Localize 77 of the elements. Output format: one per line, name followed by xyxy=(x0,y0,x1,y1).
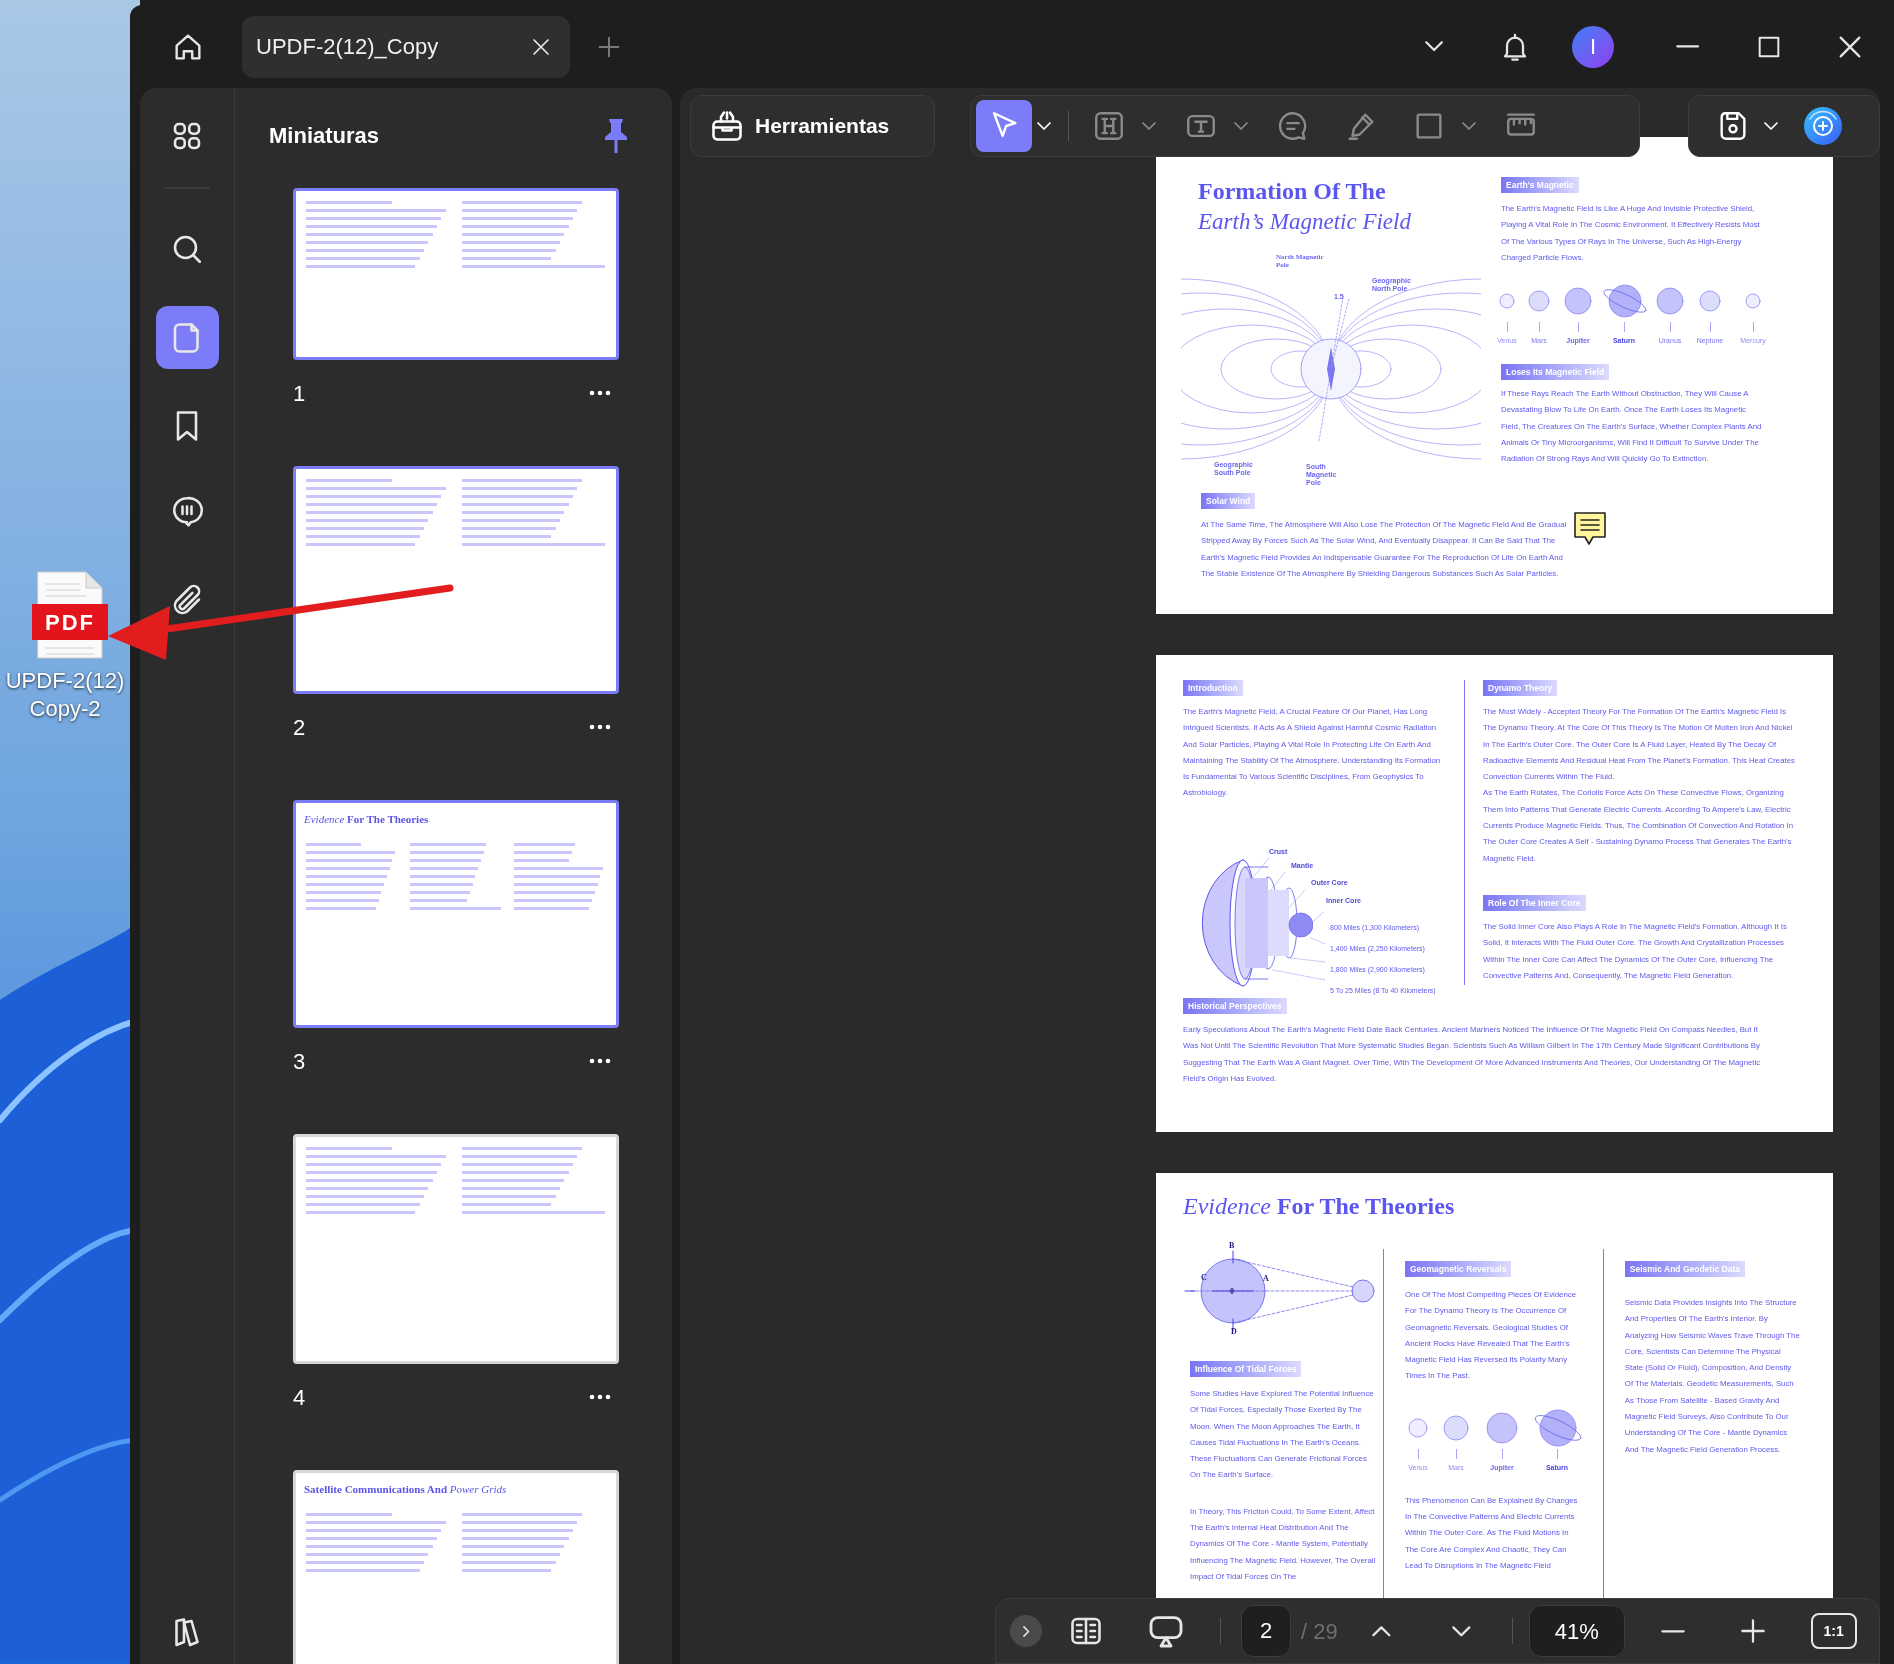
diagram-label: 0 xyxy=(1230,1287,1234,1296)
note-icon[interactable] xyxy=(1573,511,1607,547)
more-options-button[interactable] xyxy=(589,1392,613,1402)
tools-label: Herramientas xyxy=(755,113,890,140)
file-name: UPDF-2(12) Copy-2 xyxy=(4,667,126,723)
page-thumbnail[interactable] xyxy=(293,188,619,360)
page-number: 1 xyxy=(293,379,306,408)
page-number: 2 xyxy=(293,713,306,742)
pdf-label: PDF xyxy=(44,608,96,637)
caret-icon xyxy=(1142,122,1156,130)
caret-icon xyxy=(1037,122,1051,130)
diagram-label: C xyxy=(1201,1273,1207,1282)
minimize-icon xyxy=(1676,45,1700,48)
section-heading: Dynamo Theory xyxy=(1483,680,1558,696)
more-options-button[interactable] xyxy=(589,1056,613,1066)
planet-icon xyxy=(1443,1414,1469,1441)
section-heading: Geomagnetic Reversals xyxy=(1405,1261,1512,1277)
planet-icon xyxy=(1528,290,1550,313)
caret-icon xyxy=(1764,122,1778,130)
tab-title: UPDF-2(12)_Copy xyxy=(256,33,440,61)
user-avatar[interactable]: I xyxy=(1572,25,1614,68)
page-thumbnail[interactable]: Satellite Communications And Power Grids xyxy=(293,1470,619,1664)
section-heading: Influence Of Tidal Forces xyxy=(1190,1361,1302,1377)
chevron-up-icon xyxy=(1372,1625,1392,1637)
thumbnail-title: Evidence For The Theories xyxy=(304,812,429,827)
more-options-button[interactable] xyxy=(589,388,613,398)
section-heading: Earth's Magnetic xyxy=(1501,177,1579,193)
pdf-file-icon[interactable] xyxy=(32,570,108,660)
page-number-field[interactable]: 2 xyxy=(1241,1605,1291,1657)
heading-box-icon xyxy=(1092,109,1126,143)
more-icon xyxy=(589,1058,611,1064)
planet-icon xyxy=(1745,293,1761,310)
page-title: Evidence For The Theories xyxy=(1183,1192,1455,1221)
planet-icon xyxy=(1486,1411,1518,1444)
planet-icon xyxy=(1408,1417,1428,1438)
page-number: 3 xyxy=(293,1047,306,1076)
minus-icon xyxy=(1660,1629,1685,1633)
panel-title: Miniaturas xyxy=(269,121,381,150)
chevron-down-icon xyxy=(1452,1625,1472,1637)
document-tab[interactable]: UPDF-2(12)_Copy xyxy=(242,15,570,78)
more-icon xyxy=(589,390,611,396)
collapse-toggle-button[interactable] xyxy=(1010,1615,1042,1647)
chevron-right-icon xyxy=(1022,1625,1030,1637)
more-icon xyxy=(589,724,611,730)
planet-icon xyxy=(1564,287,1592,316)
page-thumbnail[interactable]: Evidence For The Theories xyxy=(293,800,619,1028)
caret-icon xyxy=(1462,122,1476,130)
thumbnail-title: Satellite Communications And Power Grids xyxy=(304,1482,507,1497)
planet-icon xyxy=(1499,293,1515,310)
section-heading: Loses Its Magnetic Field xyxy=(1501,364,1610,381)
tools-button[interactable]: Herramientas xyxy=(690,95,935,157)
diagram-label: B xyxy=(1229,1241,1235,1250)
page-subtitle: Earth’s Magnetic Field xyxy=(1198,208,1411,236)
more-options-button[interactable] xyxy=(589,722,613,732)
page-number: 4 xyxy=(293,1383,306,1412)
ai-assistant-button[interactable] xyxy=(1801,104,1845,148)
page-total: / 29 xyxy=(1301,1617,1338,1646)
planet-icon xyxy=(1699,290,1721,313)
more-icon xyxy=(589,1394,611,1400)
caret-icon xyxy=(1234,122,1248,130)
zoom-level-button[interactable]: 41% xyxy=(1528,1605,1625,1657)
diagram-label: A xyxy=(1263,1274,1269,1283)
diagram-label: D xyxy=(1231,1327,1237,1336)
chevron-down-icon xyxy=(1424,41,1444,52)
ringed-planet-icon xyxy=(1600,284,1648,319)
actual-size-button[interactable]: 1:1 xyxy=(1810,1613,1857,1649)
toolbox-icon xyxy=(709,108,745,144)
section-heading: Historical Perspectives xyxy=(1183,998,1287,1014)
ai-logo-icon xyxy=(1802,105,1844,147)
select-tool-button[interactable] xyxy=(976,100,1032,152)
page-thumbnail[interactable] xyxy=(293,466,619,694)
thumbnails-tab[interactable] xyxy=(155,306,219,369)
planet-icon xyxy=(1656,287,1684,316)
page-title: Formation Of The xyxy=(1198,177,1386,205)
pin-icon[interactable] xyxy=(602,117,630,153)
section-heading: Role Of The Inner Core xyxy=(1483,894,1586,911)
section-heading: Solar Wind xyxy=(1201,493,1256,509)
